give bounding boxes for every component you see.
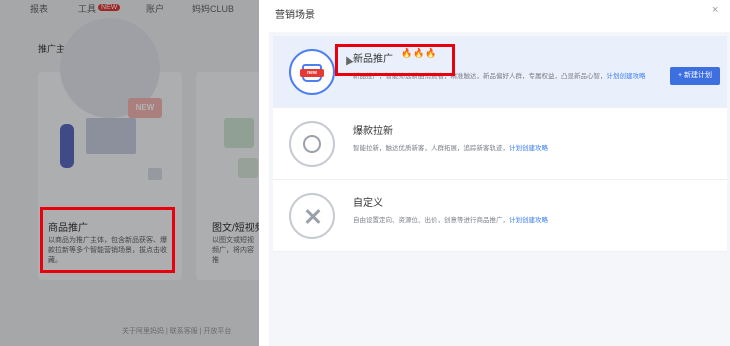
drawer-title: 营销场景 xyxy=(275,10,315,21)
scene-name: 自定义 xyxy=(353,198,383,209)
marketing-scene-drawer: 营销场景 × new 新品推广 🔥🔥🔥 新品推广，智能筛选新品消费者，精准触达，… xyxy=(259,0,730,346)
swirl-icon xyxy=(289,121,335,167)
scene-hot-item[interactable]: 爆款拉新 智能拉新，触达优质新客，人群拓展，追踪新客轨迹，计划创建攻略 xyxy=(273,108,727,180)
annotation-box-new-product xyxy=(335,44,455,76)
guide-link[interactable]: 计划创建攻略 xyxy=(509,217,548,224)
guide-link[interactable]: 计划创建攻略 xyxy=(509,145,548,152)
annotation-box-product xyxy=(40,207,175,273)
pencil-ruler-icon xyxy=(289,193,335,239)
scene-name: 爆款拉新 xyxy=(353,126,393,137)
new-tag: new xyxy=(300,69,324,77)
drawer-body: new 新品推广 🔥🔥🔥 新品推广，智能筛选新品消费者，精准触达，新品偏好人群，… xyxy=(269,32,730,346)
shopping-bag-icon: new xyxy=(289,49,335,95)
scene-custom[interactable]: 自定义 自由设置定向、资源位、出价，创意等进行商品推广，计划创建攻略 xyxy=(273,180,727,252)
close-icon[interactable]: × xyxy=(712,4,718,16)
guide-link[interactable]: 计划创建攻略 xyxy=(607,73,646,80)
create-plan-button[interactable]: + 新建计划 xyxy=(670,67,720,85)
swirl-inner xyxy=(303,135,321,153)
scene-desc: 智能拉新，触达优质新客，人群拓展，追踪新客轨迹，计划创建攻略 xyxy=(353,145,548,152)
scene-desc: 自由设置定向、资源位、出价，创意等进行商品推广，计划创建攻略 xyxy=(353,217,548,224)
